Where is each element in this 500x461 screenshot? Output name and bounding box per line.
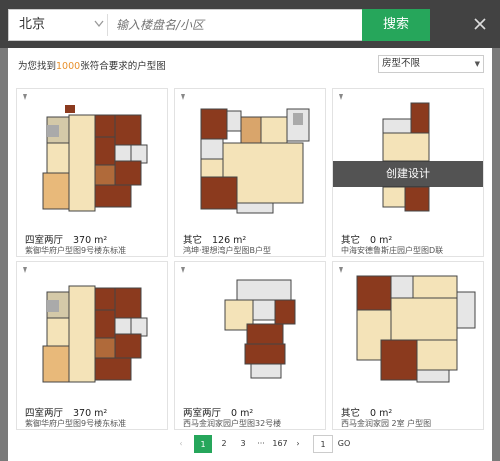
results-panel: 为您找到1000张符合要求的户型图 房型不限 ▼ 四室两厅 370 m² 紫御华府户… xyxy=(8,48,492,461)
page-3-button[interactable]: 3 xyxy=(235,435,251,453)
community-name: 鸿坤·理想湾户型图B户型 xyxy=(183,246,272,255)
result-count: 1000 xyxy=(56,61,81,72)
chevron-down-icon: ▼ xyxy=(474,60,480,68)
keyword-input[interactable] xyxy=(116,10,366,40)
floorplan-image xyxy=(42,105,148,212)
prev-page-button[interactable]: ‹ xyxy=(176,435,186,453)
search-button[interactable]: 搜索 xyxy=(362,9,430,41)
floorplan-card[interactable]: 两室两厅 0 m² 西马金润家园户型图32号楼 xyxy=(174,261,326,430)
page-1-button[interactable]: 1 xyxy=(194,435,212,453)
floorplan-image xyxy=(224,279,296,379)
close-icon[interactable] xyxy=(470,14,490,34)
community-name: 紫御华府户型图9号楼东标准 xyxy=(25,246,127,255)
floorplan-card[interactable]: 其它 0 m² 西马金润家园 2室 户型图 xyxy=(332,261,484,430)
city-selector[interactable]: 北京 xyxy=(19,10,45,40)
floorplan-image xyxy=(382,102,430,212)
room-type-select[interactable]: 房型不限 ▼ xyxy=(378,55,484,73)
floorplan-image xyxy=(356,275,476,383)
divider xyxy=(107,14,108,36)
go-button[interactable]: GO xyxy=(336,435,352,453)
floorplan-card[interactable]: 其它 126 m² 鸿坤·理想湾户型图B户型 xyxy=(174,88,326,257)
community-name: 西马金润家园户型图32号楼 xyxy=(183,419,282,428)
chevron-down-icon[interactable] xyxy=(93,16,105,32)
floorplan-card[interactable]: 四室两厅 370 m² 紫御华府户型图9号楼东标准 xyxy=(16,261,168,430)
next-page-button[interactable]: › xyxy=(293,435,303,453)
page-last-button[interactable]: 167 xyxy=(270,435,290,453)
floorplan-card[interactable]: 创建设计 其它 0 m² 中海安德鲁斯庄园户型图D联 xyxy=(332,88,484,257)
create-design-button[interactable]: 创建设计 xyxy=(333,161,483,187)
goto-page-input[interactable]: 1 xyxy=(313,435,333,453)
community-name: 中海安德鲁斯庄园户型图D联 xyxy=(341,246,444,255)
pagination: ‹ 1 2 3 ··· 167 › 1 GO xyxy=(8,435,492,453)
page-2-button[interactable]: 2 xyxy=(216,435,232,453)
floorplan-image xyxy=(200,108,310,214)
pagination-ellipsis: ··· xyxy=(257,439,265,448)
search-bar: 北京 搜索 xyxy=(0,0,500,48)
floorplan-image xyxy=(42,285,148,383)
floorplan-card[interactable]: 四室两厅 370 m² 紫御华府户型图9号楼东标准 xyxy=(16,88,168,257)
result-summary: 为您找到1000张符合要求的户型图 xyxy=(18,61,166,72)
community-name: 西马金润家园 2室 户型图 xyxy=(341,419,432,428)
community-name: 紫御华府户型图9号楼东标准 xyxy=(25,419,127,428)
